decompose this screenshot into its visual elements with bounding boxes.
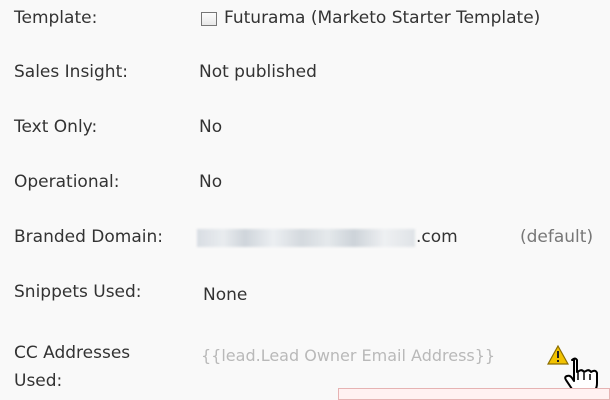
branded-domain-suffix: .com bbox=[416, 227, 458, 247]
redacted-domain bbox=[197, 229, 415, 247]
cc-addresses-label-line1: CC Addresses bbox=[14, 343, 131, 363]
snippets-used-value: None bbox=[203, 285, 248, 305]
cc-addresses-value[interactable]: {{lead.Lead Owner Email Address}} bbox=[201, 346, 495, 365]
template-icon bbox=[201, 12, 217, 26]
template-value[interactable]: Futurama (Marketo Starter Template) bbox=[224, 8, 540, 28]
tooltip-popup-edge bbox=[338, 388, 610, 400]
text-only-label: Text Only: bbox=[14, 117, 98, 137]
template-label: Template: bbox=[14, 8, 98, 28]
snippets-used-label: Snippets Used: bbox=[14, 282, 142, 302]
text-only-value: No bbox=[199, 117, 223, 137]
sales-insight-value: Not published bbox=[199, 62, 317, 82]
sales-insight-label: Sales Insight: bbox=[14, 62, 128, 82]
branded-domain-label: Branded Domain: bbox=[14, 227, 163, 247]
branded-domain-default: (default) bbox=[520, 227, 594, 247]
cc-addresses-label-line2: Used: bbox=[14, 371, 63, 391]
operational-value: No bbox=[199, 172, 223, 192]
operational-label: Operational: bbox=[14, 172, 120, 192]
